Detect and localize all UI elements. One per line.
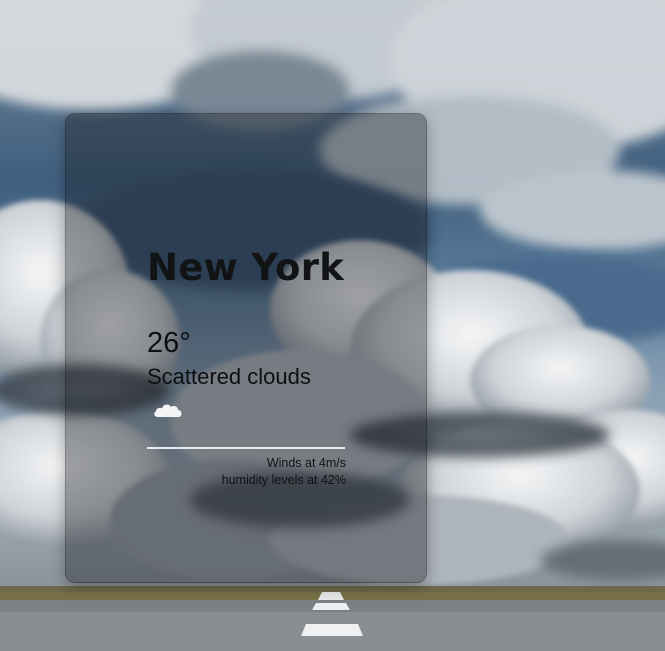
city-name: New York (147, 246, 345, 289)
cloud-icon (154, 404, 182, 417)
wind-speed: Winds at 4m/s (266, 456, 346, 470)
divider (147, 447, 345, 449)
humidity-level: humidity levels at 42% (221, 473, 346, 487)
weather-condition: Scattered clouds (147, 364, 311, 389)
weather-card: New York 26° Scattered clouds Winds at 4… (66, 114, 426, 582)
temperature-value: 26° (147, 327, 191, 359)
